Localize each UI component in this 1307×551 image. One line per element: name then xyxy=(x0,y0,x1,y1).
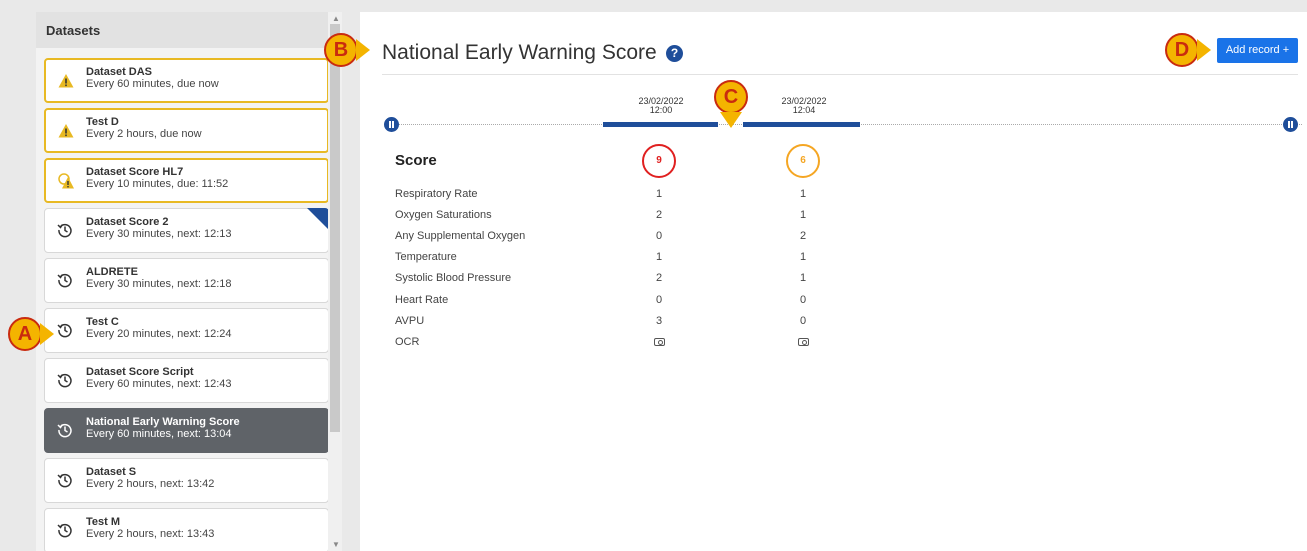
parameter-value: 1 xyxy=(799,188,807,200)
history-icon xyxy=(57,273,72,288)
parameter-value: 0 xyxy=(799,294,807,306)
callout-a-pointer xyxy=(40,323,54,345)
parameter-value: 0 xyxy=(655,230,663,242)
parameter-label: AVPU xyxy=(395,315,425,327)
dataset-item-aldrete[interactable]: ALDRETE Every 30 minutes, next: 12:18 xyxy=(44,258,329,303)
parameter-value: 2 xyxy=(655,272,663,284)
dataset-schedule: Every 30 minutes, next: 12:13 xyxy=(86,228,232,240)
parameter-value: 0 xyxy=(799,315,807,327)
add-record-button[interactable]: Add record + xyxy=(1217,38,1298,63)
dataset-name: Dataset DAS xyxy=(86,66,153,78)
dataset-item-dataset-das[interactable]: Dataset DAS Every 60 minutes, due now xyxy=(44,58,329,103)
callout-c: C xyxy=(714,80,748,114)
header-divider xyxy=(382,74,1298,75)
selection-corner-marker xyxy=(307,208,329,230)
callout-d-pointer xyxy=(1197,39,1211,61)
record-datetime: 23/02/2022 12:04 xyxy=(764,97,844,115)
history-icon xyxy=(57,473,72,488)
app-root: Datasets Dataset DAS Every 60 minutes, d… xyxy=(0,0,1307,551)
dataset-name: Test C xyxy=(86,316,119,328)
parameter-label: Systolic Blood Pressure xyxy=(395,272,512,284)
dataset-schedule: Every 2 hours, next: 13:43 xyxy=(86,528,215,540)
record-time: 12:04 xyxy=(792,105,816,115)
main-panel: National Early Warning Score ? Add recor… xyxy=(360,12,1307,551)
dataset-name: Dataset Score 2 xyxy=(86,216,169,228)
parameter-value: 2 xyxy=(799,230,807,242)
callout-b: B xyxy=(324,33,358,67)
dataset-name: Test D xyxy=(86,116,119,128)
parameter-value: 1 xyxy=(799,209,807,221)
dataset-item-test-m[interactable]: Test M Every 2 hours, next: 13:43 xyxy=(44,508,329,551)
parameter-value: 3 xyxy=(655,315,663,327)
dataset-name: Dataset S xyxy=(86,466,137,478)
parameter-value: 1 xyxy=(655,188,663,200)
callout-d: D xyxy=(1165,33,1199,67)
callout-c-pointer xyxy=(720,112,742,128)
parameter-value: 1 xyxy=(799,251,807,263)
dataset-item-dataset-score-script[interactable]: Dataset Score Script Every 60 minutes, n… xyxy=(44,358,329,403)
history-icon xyxy=(57,223,72,238)
dataset-name: Test M xyxy=(86,516,121,528)
parameter-label: Respiratory Rate xyxy=(395,188,478,200)
callout-b-pointer xyxy=(356,39,370,61)
dataset-list: Dataset DAS Every 60 minutes, due now Te… xyxy=(44,58,329,551)
dataset-schedule: Every 2 hours, next: 13:42 xyxy=(86,478,215,490)
dataset-schedule: Every 2 hours, due now xyxy=(86,128,202,140)
ocr-camera-icon[interactable] xyxy=(649,337,669,349)
score-heading: Score xyxy=(395,152,437,169)
timeline-record-bar[interactable] xyxy=(603,122,718,127)
scroll-down-arrow-icon[interactable]: ▼ xyxy=(332,540,340,549)
dataset-item-national-early-warning-score[interactable]: National Early Warning Score Every 60 mi… xyxy=(44,408,329,453)
ocr-label: OCR xyxy=(395,336,420,348)
dataset-name: Dataset Score HL7 xyxy=(86,166,184,178)
parameter-value: 0 xyxy=(655,294,663,306)
dataset-item-dataset-score-hl7[interactable]: Dataset Score HL7 Every 10 minutes, due:… xyxy=(44,158,329,203)
warning-icon xyxy=(58,74,74,88)
parameter-value: 2 xyxy=(655,209,663,221)
dataset-schedule: Every 60 minutes, next: 13:04 xyxy=(86,428,232,440)
sidebar-title: Datasets xyxy=(36,12,342,48)
parameter-label: Any Supplemental Oxygen xyxy=(395,230,526,242)
timeline-record-bar[interactable] xyxy=(743,122,860,127)
dataset-schedule: Every 20 minutes, next: 12:24 xyxy=(86,328,232,340)
history-icon xyxy=(57,323,72,338)
history-icon xyxy=(57,423,72,438)
parameter-value: 1 xyxy=(799,272,807,284)
dataset-name: ALDRETE xyxy=(86,266,138,278)
dataset-schedule: Every 30 minutes, next: 12:18 xyxy=(86,278,232,290)
ocr-camera-icon[interactable] xyxy=(793,337,813,349)
record-time: 12:00 xyxy=(649,105,673,115)
callout-a: A xyxy=(8,317,42,351)
dataset-item-test-d[interactable]: Test D Every 2 hours, due now xyxy=(44,108,329,153)
timeline-end-pause-icon[interactable] xyxy=(1283,117,1298,132)
parameter-label: Heart Rate xyxy=(395,294,449,306)
dataset-schedule: Every 60 minutes, next: 12:43 xyxy=(86,378,232,390)
record-datetime: 23/02/2022 12:00 xyxy=(621,97,701,115)
dataset-item-dataset-s[interactable]: Dataset S Every 2 hours, next: 13:42 xyxy=(44,458,329,503)
dataset-item-test-c[interactable]: Test C Every 20 minutes, next: 12:24 xyxy=(44,308,329,353)
sidebar-scroll-thumb[interactable] xyxy=(330,24,340,432)
datasets-sidebar: Datasets Dataset DAS Every 60 minutes, d… xyxy=(36,12,342,551)
parameter-label: Oxygen Saturations xyxy=(395,209,492,221)
dataset-schedule: Every 10 minutes, due: 11:52 xyxy=(86,178,229,190)
page-title: National Early Warning Score xyxy=(382,41,657,64)
dataset-item-dataset-score-2[interactable]: Dataset Score 2 Every 30 minutes, next: … xyxy=(44,208,329,253)
score-badge: 6 xyxy=(786,144,820,178)
dataset-name: Dataset Score Script xyxy=(86,366,194,378)
score-badge: 9 xyxy=(642,144,676,178)
parameter-value: 1 xyxy=(655,251,663,263)
timeline-start-pause-icon[interactable] xyxy=(384,117,399,132)
help-icon[interactable]: ? xyxy=(666,45,683,62)
clock-warning-icon xyxy=(58,173,74,189)
warning-icon xyxy=(58,124,74,138)
history-icon xyxy=(57,373,72,388)
dataset-schedule: Every 60 minutes, due now xyxy=(86,78,219,90)
parameter-label: Temperature xyxy=(395,251,457,263)
scroll-up-arrow-icon[interactable]: ▲ xyxy=(332,14,340,23)
dataset-name: National Early Warning Score xyxy=(86,416,240,428)
history-icon xyxy=(57,523,72,538)
